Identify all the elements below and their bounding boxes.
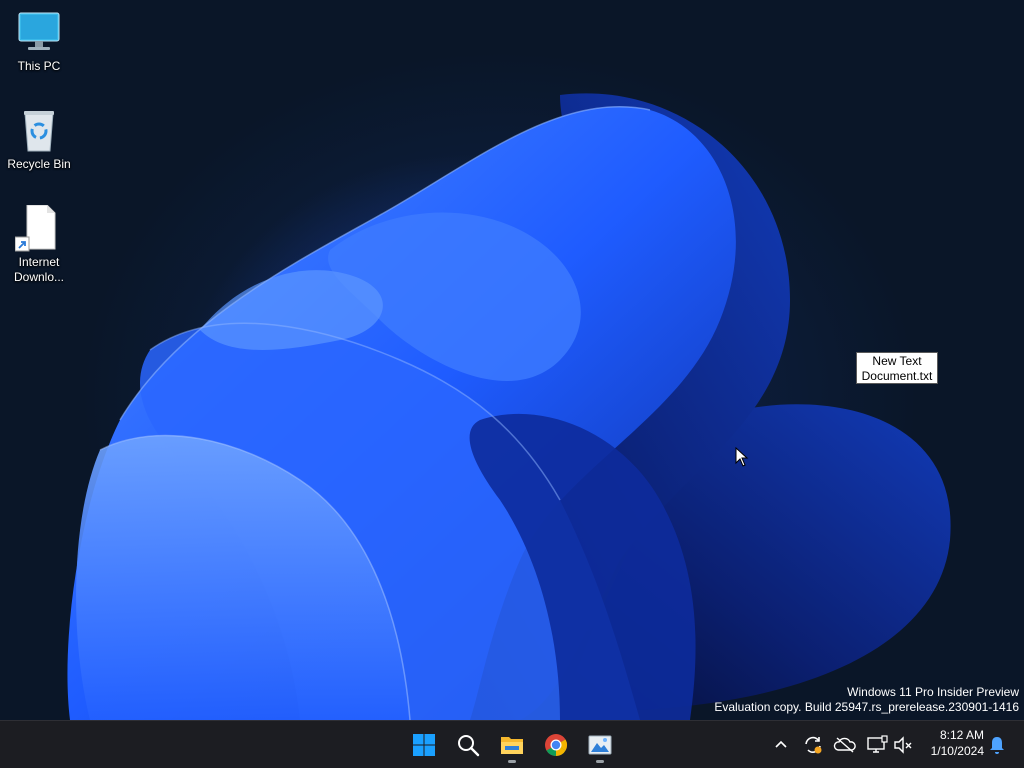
network-status[interactable]: [865, 733, 889, 757]
speaker-muted-icon: [894, 736, 912, 754]
mouse-cursor-icon: [735, 447, 749, 467]
recycle-bin-icon: [24, 111, 54, 152]
chrome-icon: [545, 734, 567, 756]
clock-time: 8:12 AM: [939, 728, 984, 742]
photos-button[interactable]: [580, 725, 620, 765]
onedrive-status[interactable]: [833, 733, 857, 757]
desktop-icon-label: This PC: [17, 59, 61, 73]
show-hidden-icons-button[interactable]: [769, 733, 793, 757]
volume-status[interactable]: [891, 733, 915, 757]
desktop-icon-internet-download[interactable]: Internet Downlo...: [1, 205, 77, 285]
watermark-edition: Windows 11 Pro Insider Preview: [847, 685, 1019, 699]
chrome-button[interactable]: [536, 725, 576, 765]
running-indicator: [508, 760, 516, 763]
bell-icon: [990, 737, 1004, 754]
sync-status[interactable]: [801, 733, 825, 757]
windows-watermark: Windows 11 Pro Insider Preview Evaluatio…: [714, 685, 1019, 715]
file-explorer-button[interactable]: [492, 725, 532, 765]
network-icon: [867, 735, 888, 753]
running-indicator: [596, 760, 604, 763]
clock-date: 1/10/2024: [930, 744, 984, 758]
search-icon: [458, 735, 480, 757]
clock[interactable]: 8:12 AM 1/10/2024: [920, 727, 984, 759]
file-name-line1: New Text: [872, 354, 922, 368]
monitor-icon: [18, 12, 60, 50]
desktop-icon-this-pc[interactable]: This PC: [1, 9, 77, 74]
folder-icon: [501, 737, 523, 754]
start-button[interactable]: [404, 725, 444, 765]
file-name-line2: Document.txt: [861, 369, 933, 383]
image-icon: [588, 735, 612, 755]
sync-icon: [805, 736, 822, 754]
document-shortcut-icon: [15, 205, 56, 252]
rename-file-field[interactable]: New Text Document.txt: [856, 352, 938, 384]
desktop-icon-recycle-bin[interactable]: Recycle Bin: [1, 107, 77, 172]
desktop-icon-label: Recycle Bin: [7, 157, 71, 171]
onedrive-icon: [833, 737, 856, 753]
search-button[interactable]: [448, 725, 488, 765]
notifications-button[interactable]: [985, 733, 1009, 757]
desktop-icon-label-line1: Internet: [18, 255, 60, 269]
desktop-icon-label-line2: Downlo...: [13, 270, 65, 284]
watermark-build: Evaluation copy. Build 25947.rs_prerelea…: [714, 700, 1019, 714]
taskbar: 8:12 AM 1/10/2024: [0, 720, 1024, 768]
desktop[interactable]: This PC Recycle Bin Internet Downlo... N…: [0, 0, 1024, 720]
windows-logo-icon: [413, 734, 435, 756]
chevron-up-icon: [775, 740, 787, 748]
